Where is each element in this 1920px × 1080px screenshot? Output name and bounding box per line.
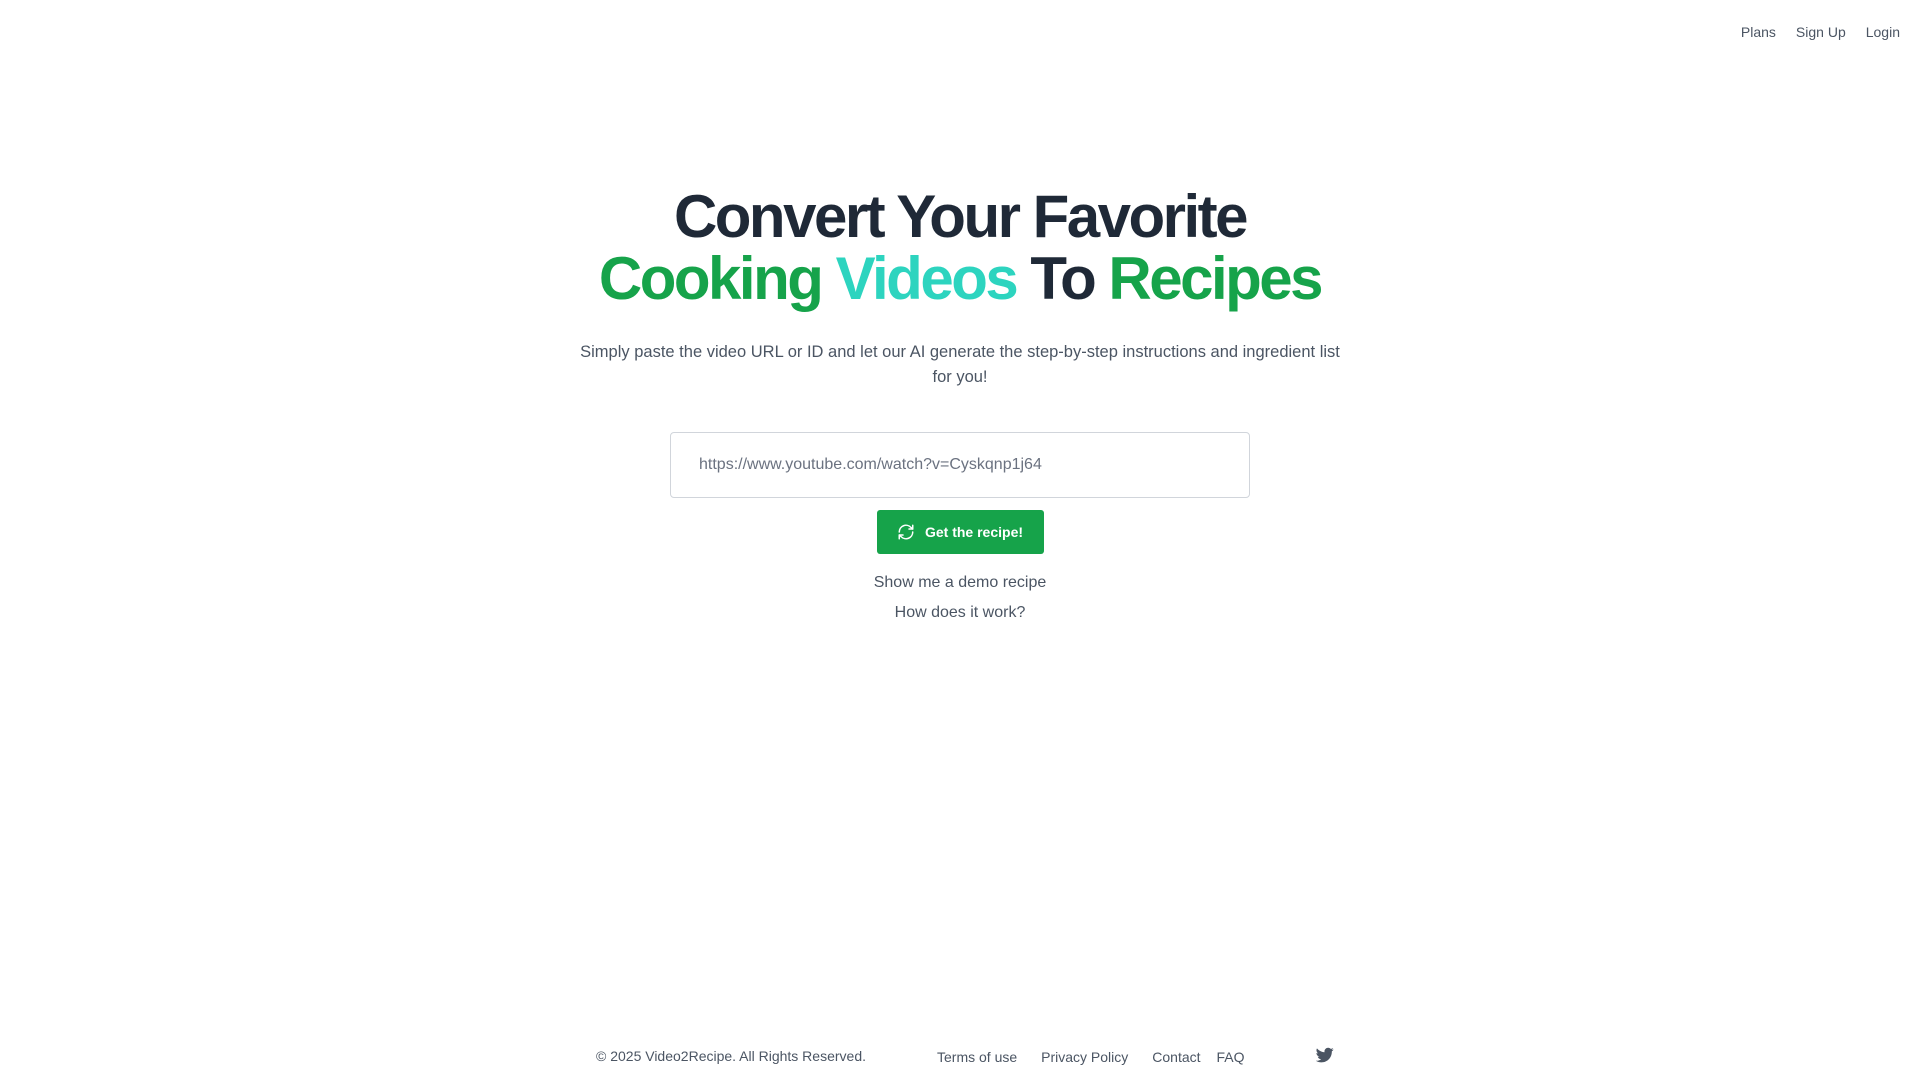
how-link-row: How does it work? <box>0 604 1920 622</box>
footer-privacy-link[interactable]: Privacy Policy <box>1041 1049 1128 1065</box>
nav-signup-link[interactable]: Sign Up <box>1796 24 1846 40</box>
hero-headline: Convert Your Favorite Cooking Videos To … <box>560 186 1360 310</box>
video-url-input[interactable] <box>699 456 1221 474</box>
demo-recipe-link[interactable]: Show me a demo recipe <box>874 574 1047 591</box>
demo-link-row: Show me a demo recipe <box>0 574 1920 592</box>
footer-links: Terms of use Privacy Policy Contact FAQ <box>937 1049 1269 1065</box>
nav-plans-link[interactable]: Plans <box>1741 24 1776 40</box>
nav-login-link[interactable]: Login <box>1866 24 1900 40</box>
headline-text-videos: Videos <box>835 245 1019 312</box>
headline-text-to: To <box>1016 245 1109 312</box>
hero-subtitle: Simply paste the video URL or ID and let… <box>580 343 1340 386</box>
top-nav: Plans Sign Up Login <box>1741 24 1900 40</box>
headline-text-recipes: Recipes <box>1108 245 1323 312</box>
hero-section: Convert Your Favorite Cooking Videos To … <box>0 186 1920 622</box>
page: Plans Sign Up Login Convert Your Favorit… <box>0 0 1920 1080</box>
get-recipe-label: Get the recipe! <box>924 524 1024 540</box>
footer-copyright: © 2025 Video2Recipe. All Rights Reserved… <box>596 1048 866 1064</box>
twitter-icon[interactable] <box>1316 1046 1334 1064</box>
refresh-icon <box>898 524 914 540</box>
footer-terms-link[interactable]: Terms of use <box>937 1049 1017 1065</box>
headline-text-cooking: Cooking <box>598 245 824 312</box>
get-recipe-button[interactable]: Get the recipe! <box>876 510 1044 554</box>
video-url-field[interactable] <box>670 432 1250 498</box>
footer-faq-link[interactable]: FAQ <box>1217 1049 1245 1065</box>
footer-contact-link[interactable]: Contact <box>1152 1049 1200 1065</box>
footer: © 2025 Video2Recipe. All Rights Reserved… <box>0 1046 1920 1068</box>
how-it-works-link[interactable]: How does it work? <box>895 604 1026 621</box>
headline-text-convert: Convert Your Favorite <box>673 183 1249 250</box>
